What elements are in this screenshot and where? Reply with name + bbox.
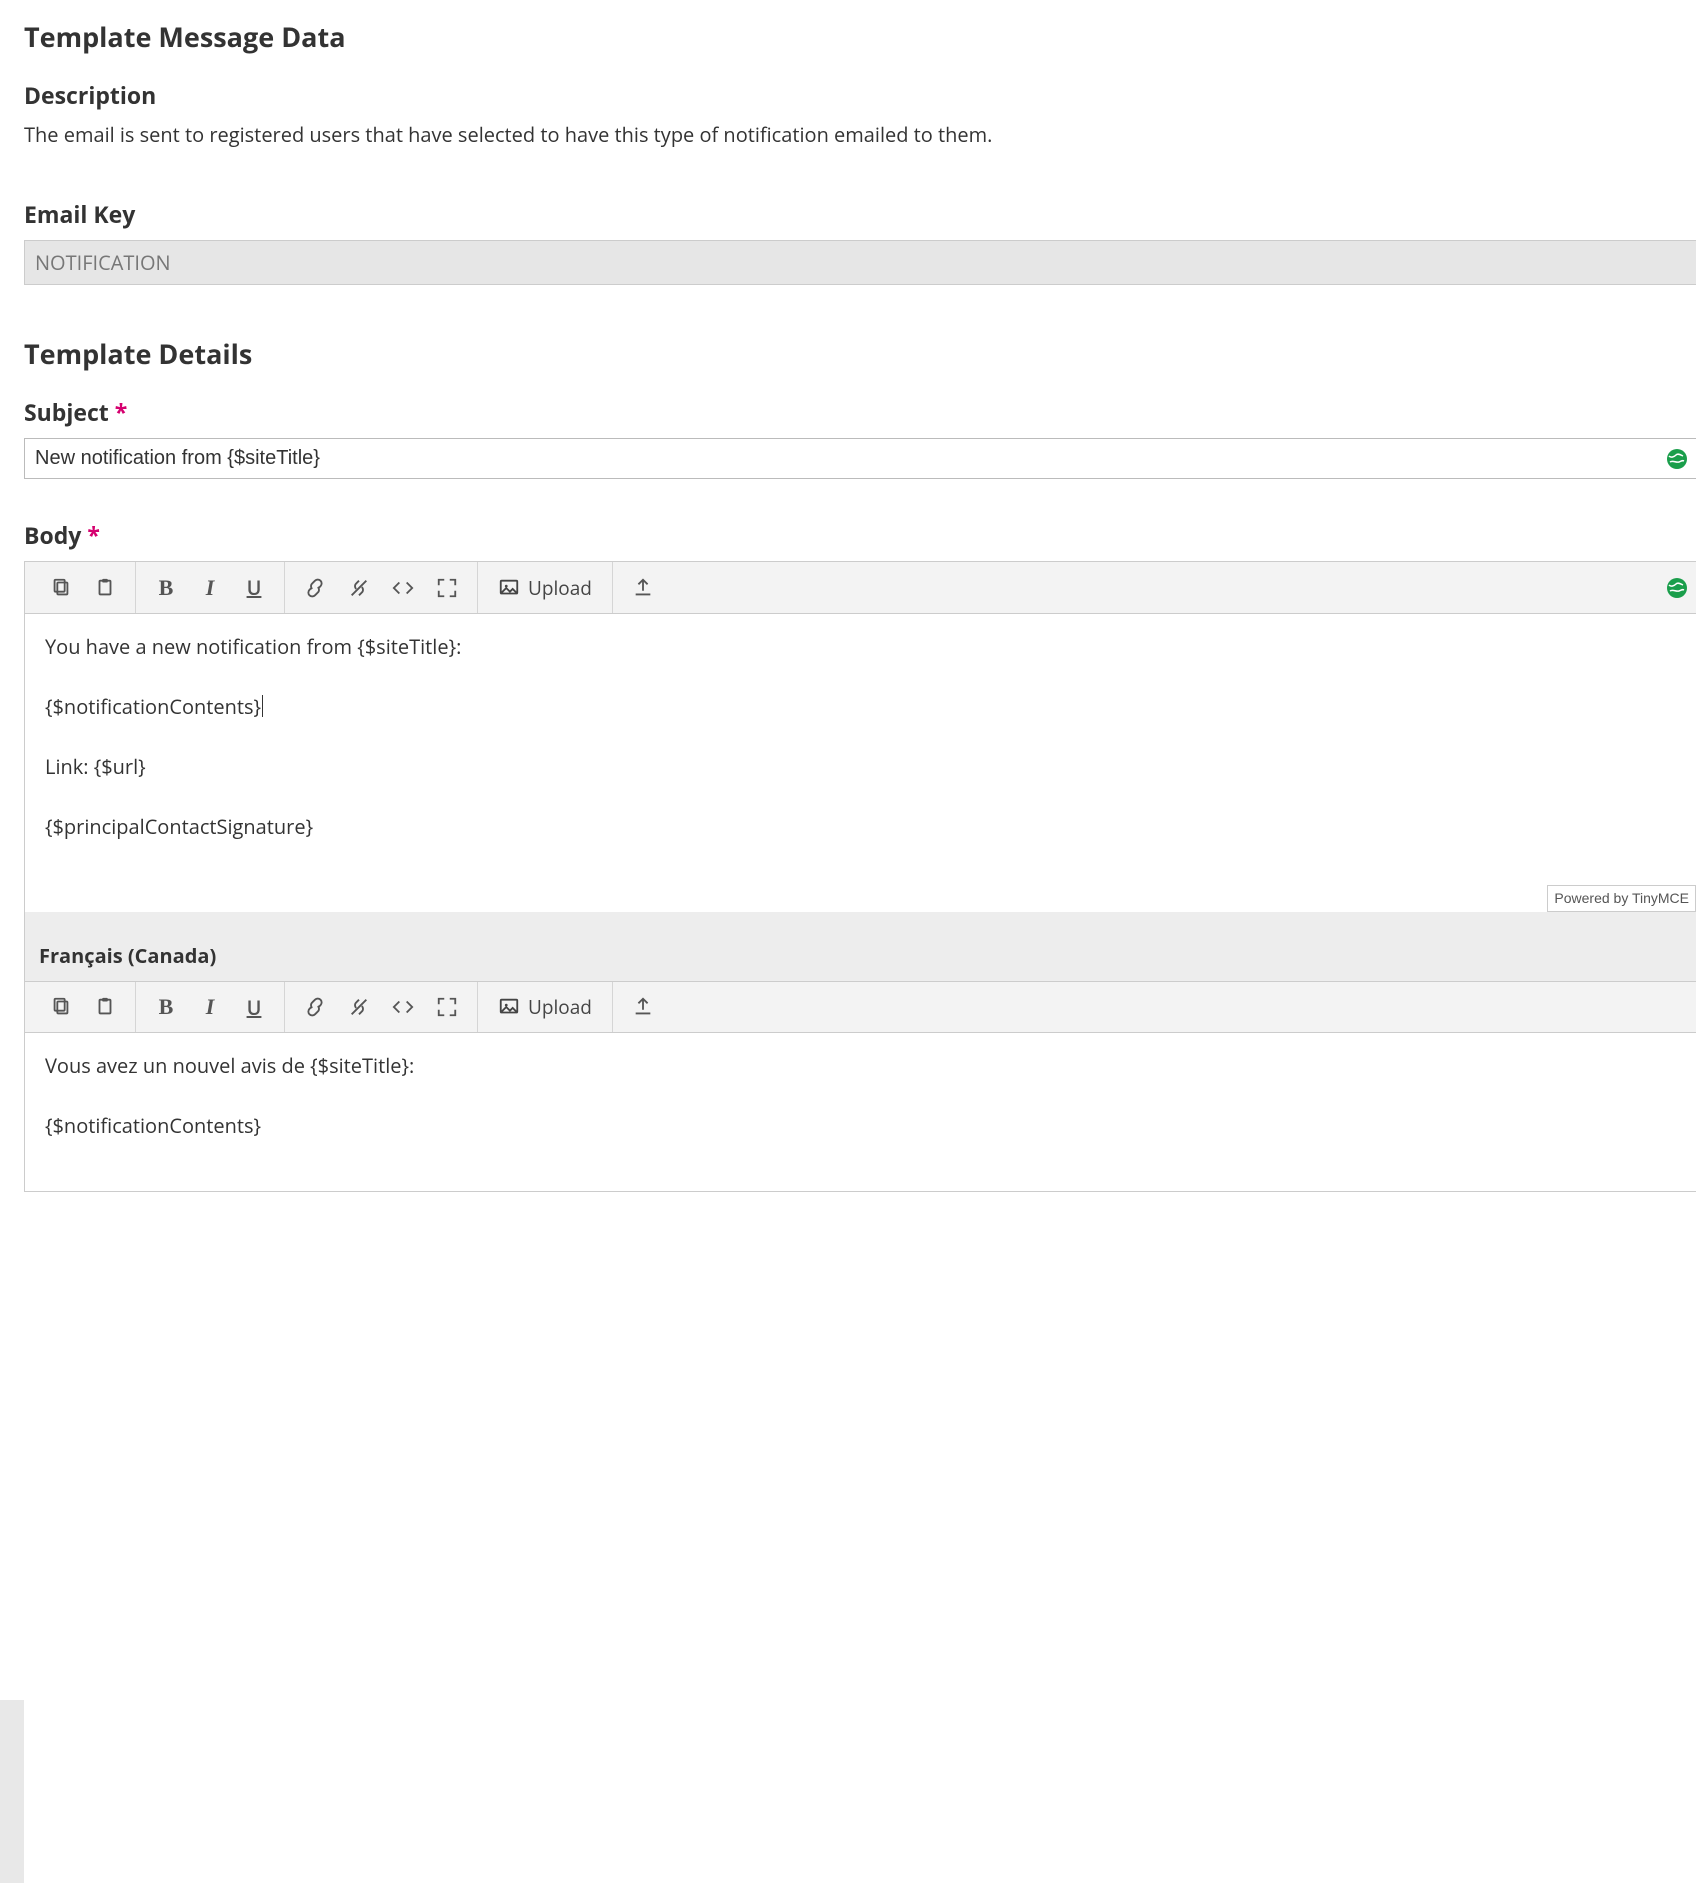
body-editor: B I U Upload You have a new notification… bbox=[24, 561, 1696, 1192]
required-mark: * bbox=[115, 396, 128, 428]
body-line: Link: {$url} bbox=[45, 752, 1676, 782]
paste-button[interactable] bbox=[85, 987, 125, 1027]
copy-button[interactable] bbox=[41, 568, 81, 608]
subject-label: Subject * bbox=[24, 396, 1696, 428]
powered-by-tinymce: Powered by TinyMCE bbox=[1547, 885, 1696, 912]
fullscreen-button[interactable] bbox=[427, 568, 467, 608]
description-label: Description bbox=[24, 79, 1696, 111]
bold-button[interactable]: B bbox=[146, 568, 186, 608]
editor-toolbar: B I U Upload bbox=[25, 562, 1696, 614]
code-button[interactable] bbox=[383, 987, 423, 1027]
bold-button[interactable]: B bbox=[146, 987, 186, 1027]
image-icon bbox=[498, 996, 520, 1018]
body-editor-content-fr[interactable]: Vous avez un nouvel avis de {$siteTitle}… bbox=[25, 1033, 1696, 1191]
paste-button[interactable] bbox=[85, 568, 125, 608]
italic-button[interactable]: I bbox=[190, 568, 230, 608]
code-button[interactable] bbox=[383, 568, 423, 608]
body-line: {$principalContactSignature} bbox=[45, 812, 1676, 842]
image-upload-button[interactable]: Upload bbox=[488, 568, 602, 608]
upload-button[interactable] bbox=[623, 987, 663, 1027]
body-editor-content[interactable]: You have a new notification from {$siteT… bbox=[25, 614, 1696, 912]
unlink-button[interactable] bbox=[339, 568, 379, 608]
subject-label-text: Subject bbox=[24, 396, 109, 428]
image-upload-button[interactable]: Upload bbox=[488, 987, 602, 1027]
subject-field-wrap bbox=[24, 438, 1696, 479]
underline-button[interactable]: U bbox=[234, 987, 274, 1027]
link-button[interactable] bbox=[295, 987, 335, 1027]
italic-button[interactable]: I bbox=[190, 987, 230, 1027]
image-icon bbox=[498, 577, 520, 599]
body-label-text: Body bbox=[24, 519, 81, 551]
upload-button[interactable] bbox=[623, 568, 663, 608]
body-line: You have a new notification from {$siteT… bbox=[45, 632, 1676, 662]
unlink-button[interactable] bbox=[339, 987, 379, 1027]
body-line: Vous avez un nouvel avis de {$siteTitle}… bbox=[45, 1051, 1676, 1081]
globe-icon[interactable] bbox=[1666, 577, 1688, 599]
section-title-data: Template Message Data bbox=[24, 18, 1696, 55]
fullscreen-button[interactable] bbox=[427, 987, 467, 1027]
link-button[interactable] bbox=[295, 568, 335, 608]
body-label: Body * bbox=[24, 519, 1696, 551]
email-key-label: Email Key bbox=[24, 198, 1696, 230]
editor-toolbar-fr: B I U Upload bbox=[25, 981, 1696, 1033]
upload-label: Upload bbox=[528, 575, 592, 601]
underline-button[interactable]: U bbox=[234, 568, 274, 608]
body-line: {$notificationContents} bbox=[45, 692, 1676, 722]
section-title-details: Template Details bbox=[24, 335, 1696, 372]
description-text: The email is sent to registered users th… bbox=[24, 121, 1696, 148]
required-mark: * bbox=[87, 519, 100, 551]
left-shadow bbox=[0, 1700, 24, 1883]
body-line: {$notificationContents} bbox=[45, 1111, 1676, 1141]
copy-button[interactable] bbox=[41, 987, 81, 1027]
language-label-fr: Français (Canada) bbox=[25, 912, 1696, 981]
upload-label: Upload bbox=[528, 994, 592, 1020]
email-key-value: NOTIFICATION bbox=[24, 240, 1696, 285]
subject-input[interactable] bbox=[25, 439, 1696, 478]
globe-icon[interactable] bbox=[1666, 448, 1688, 470]
